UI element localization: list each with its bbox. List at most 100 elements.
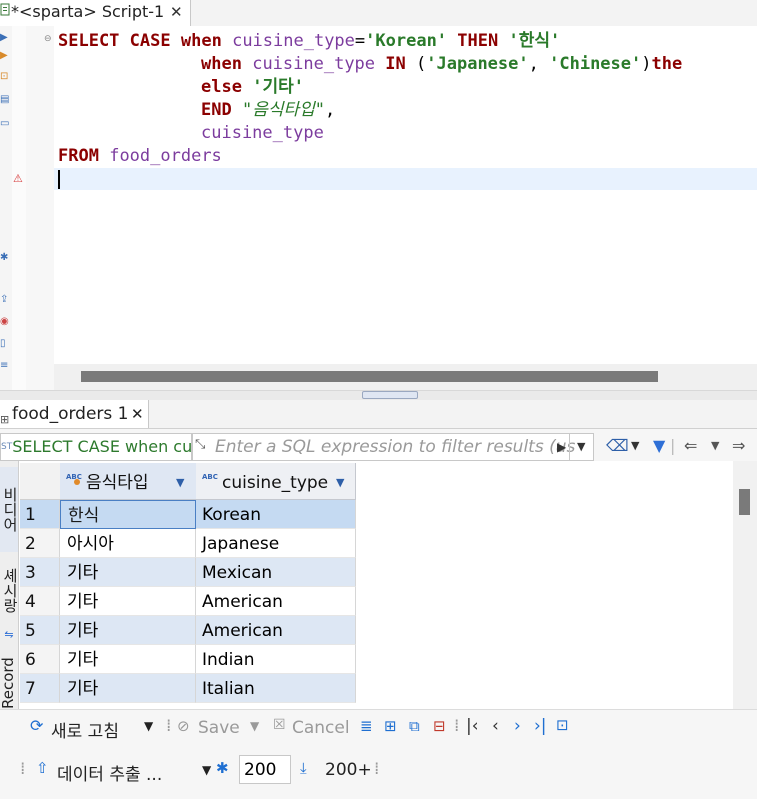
save-menu-chevron-icon[interactable]: ▼ xyxy=(250,719,259,733)
view-tab-grid[interactable]: 비디어 xyxy=(0,467,19,552)
forward-arrow-icon[interactable]: ⇒ xyxy=(732,433,745,459)
column-header-food-type[interactable]: ABC 음식타입 ▼ xyxy=(60,463,197,500)
fetch-all-button[interactable]: 200+ xyxy=(325,760,372,780)
refresh-button[interactable]: 새로 고침 xyxy=(51,717,119,742)
editor-scroll-thumb[interactable] xyxy=(81,371,658,382)
previous-page-icon[interactable]: ‹ xyxy=(492,716,499,736)
table-cell[interactable]: 기타 xyxy=(60,616,196,645)
edit-row-icon[interactable]: ≣ xyxy=(360,717,373,735)
fold-collapse-icon[interactable]: ⊖ xyxy=(44,34,52,44)
export-data-button[interactable]: 데이터 추출 ... xyxy=(57,760,162,785)
table-cell[interactable]: Mexican xyxy=(196,558,356,587)
warning-icon: ⚠ xyxy=(13,172,23,185)
table-cell[interactable]: 기타 xyxy=(60,587,196,616)
query-text-label[interactable]: STSELECT CASE when cuisine_ xyxy=(0,433,192,461)
add-row-icon[interactable]: ⊞ xyxy=(384,717,397,735)
toolbar-divider: ⁞ xyxy=(20,759,26,779)
column-type-badge: ABC xyxy=(202,473,218,481)
table-cell[interactable]: 기타 xyxy=(60,645,196,674)
grid-corner[interactable] xyxy=(20,463,61,500)
export-icon[interactable]: ⇪ xyxy=(0,294,10,305)
refresh-menu-chevron-icon[interactable]: ▼ xyxy=(144,719,153,733)
export-menu-chevron-icon[interactable]: ▼ xyxy=(202,763,211,777)
grid-scroll-thumb[interactable] xyxy=(739,489,750,515)
panel-icon[interactable]: ⇋ xyxy=(0,626,18,643)
column-label: 음식타입 xyxy=(86,473,149,493)
last-page-icon[interactable]: ›| xyxy=(534,716,547,736)
format-icon[interactable]: ▭ xyxy=(0,118,10,129)
table-cell[interactable]: Italian xyxy=(196,674,356,703)
sql-icon: ST xyxy=(1,442,13,452)
cancel-button[interactable]: Cancel xyxy=(292,718,350,738)
sql-line-6: FROM food_orders xyxy=(58,146,222,166)
splitter-grip-icon[interactable] xyxy=(362,391,418,399)
settings-icon[interactable]: ✱ xyxy=(0,252,10,263)
fetch-next-icon[interactable]: ⤓ xyxy=(300,759,307,777)
row-number[interactable]: 5 xyxy=(20,616,60,645)
back-arrow-icon[interactable]: ⇐ xyxy=(684,433,697,459)
tab-title: *<sparta> Script-1 xyxy=(11,2,165,21)
export-icon[interactable]: ⇧ xyxy=(36,759,49,777)
list-icon[interactable]: ≡ xyxy=(0,360,10,371)
record-icon[interactable]: ◉ xyxy=(0,316,10,327)
save-button[interactable]: Save xyxy=(198,718,240,738)
copy-row-icon[interactable]: ⧉ xyxy=(409,717,420,735)
filter-history-chevron-icon[interactable]: ▼ xyxy=(577,434,585,460)
close-icon[interactable]: ✕ xyxy=(131,400,144,428)
row-number[interactable]: 2 xyxy=(20,529,60,558)
sql-line-3: else '기타' xyxy=(201,77,304,97)
table-cell[interactable]: 아시아 xyxy=(60,529,196,558)
cancel-icon[interactable]: ☒ xyxy=(273,717,286,733)
filter-expression-input[interactable]: ⤡ Enter a SQL expression to filter resul… xyxy=(192,433,594,461)
tab-script-1[interactable]: *<sparta> Script-1 ✕ xyxy=(0,0,191,26)
close-icon[interactable]: ✕ xyxy=(170,0,183,24)
fit-columns-icon[interactable]: ⊡ xyxy=(556,716,569,734)
folding-ruler: ⊖ xyxy=(26,26,54,390)
history-icon[interactable]: ▤ xyxy=(0,94,10,105)
sort-arrow-icon[interactable]: ▼ xyxy=(176,463,184,503)
first-page-icon[interactable]: |‹ xyxy=(466,716,479,736)
text-cursor xyxy=(58,170,60,189)
save-icon[interactable]: ⊘ xyxy=(177,717,190,735)
eraser-menu-chevron-icon[interactable]: ▼ xyxy=(631,433,639,459)
sql-line-2: when cuisine_type IN ('Japanese', 'Chine… xyxy=(201,54,683,74)
apply-filter-icon[interactable]: ▶ xyxy=(557,434,566,460)
refresh-icon[interactable]: ⟳ xyxy=(30,716,43,735)
explain-icon[interactable]: ⊡ xyxy=(0,71,10,82)
execute-icon[interactable]: ▶ xyxy=(0,32,10,43)
row-number[interactable]: 6 xyxy=(20,645,60,674)
row-number[interactable]: 4 xyxy=(20,587,60,616)
table-cell[interactable]: 기타 xyxy=(60,674,196,703)
filter-funnel-icon[interactable]: ▼ xyxy=(653,433,665,459)
table-cell[interactable]: American xyxy=(196,616,356,645)
sql-line-5: cuisine_type xyxy=(201,123,324,143)
table-cell[interactable]: Japanese xyxy=(196,529,356,558)
delete-row-icon[interactable]: ⊟ xyxy=(433,717,446,735)
table-cell[interactable]: Indian xyxy=(196,645,356,674)
next-page-icon[interactable]: › xyxy=(514,716,521,736)
row-number[interactable]: 7 xyxy=(20,674,60,703)
file-icon[interactable]: ▯ xyxy=(0,338,10,349)
status-bar xyxy=(0,793,757,799)
tab-food-orders-1[interactable]: ⊞ food_orders 1 ✕ xyxy=(0,400,149,428)
filter-placeholder: Enter a SQL expression to filter results… xyxy=(215,437,576,457)
column-header-cuisine-type[interactable]: ABC cuisine_type ▼ xyxy=(196,463,356,500)
back-chevron-icon[interactable]: ▼ xyxy=(711,433,719,459)
fetch-size-input[interactable]: 200 xyxy=(239,755,291,784)
settings-icon[interactable]: ✱ xyxy=(216,759,229,777)
table-cell[interactable]: American xyxy=(196,587,356,616)
view-tab-record[interactable]: Record xyxy=(0,655,18,711)
table-cell[interactable]: 기타 xyxy=(60,558,196,587)
sort-arrow-icon[interactable]: ▼ xyxy=(336,463,344,503)
row-number[interactable]: 3 xyxy=(20,558,60,587)
eraser-icon[interactable]: ⌫ xyxy=(606,433,629,459)
view-tab-text[interactable]: 셰시랑 xyxy=(0,560,19,620)
expand-icon[interactable]: ⤡ xyxy=(195,434,205,458)
table-cell[interactable]: Korean xyxy=(196,500,356,529)
toolbar-divider: ⁞ xyxy=(166,716,172,736)
line-number-ruler: ⚠ xyxy=(12,26,26,390)
sql-editor[interactable] xyxy=(54,26,757,364)
row-number[interactable]: 1 xyxy=(20,500,60,529)
table-cell-selected[interactable]: 한식 xyxy=(60,500,196,529)
execute-script-icon[interactable]: ▶ xyxy=(0,50,10,61)
